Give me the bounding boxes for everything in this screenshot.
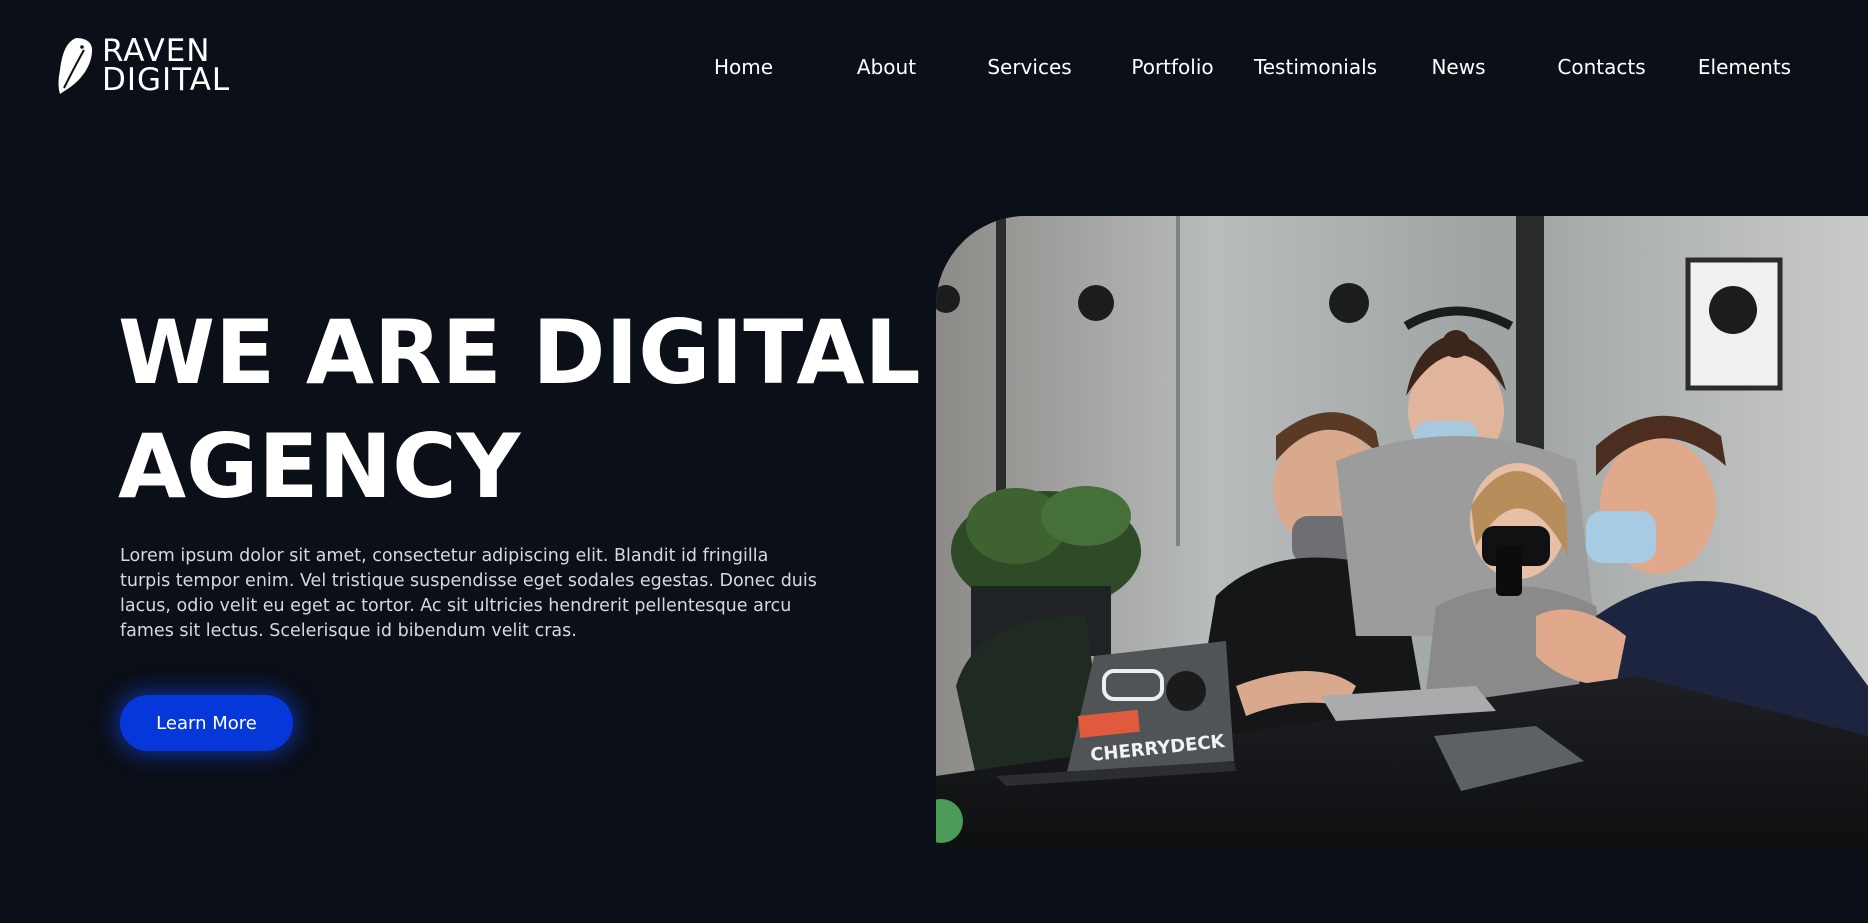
hero-title-line2: AGENCY [118,415,521,518]
learn-more-button[interactable]: Learn More [120,695,293,751]
nav-item-elements[interactable]: Elements [1673,54,1816,80]
hero-title: WE ARE DIGITAL AGENCY [118,296,921,524]
team-photo: CHERRYDECK [936,216,1868,851]
brand-logo[interactable]: RAVEN DIGITAL [56,36,230,96]
raven-feather-icon [58,38,93,94]
nav-item-portfolio[interactable]: Portfolio [1101,54,1244,80]
hero-title-line1: WE ARE DIGITAL [118,301,921,404]
nav-item-about[interactable]: About [815,54,958,80]
nav-item-testimonials[interactable]: Testimonials [1244,54,1387,80]
nav-item-home[interactable]: Home [672,54,815,80]
brand-name: RAVEN DIGITAL [102,36,231,98]
page: RAVEN DIGITAL Home About Services Portfo… [0,0,1868,923]
nav-item-news[interactable]: News [1387,54,1530,80]
brand-name-line2: DIGITAL [102,62,231,98]
nav-item-contacts[interactable]: Contacts [1530,54,1673,80]
nav-item-services[interactable]: Services [958,54,1101,80]
main-nav: Home About Services Portfolio Testimonia… [672,54,1816,80]
hero-description: Lorem ipsum dolor sit amet, consectetur … [120,546,817,641]
hero-image: CHERRYDECK [936,216,1868,851]
